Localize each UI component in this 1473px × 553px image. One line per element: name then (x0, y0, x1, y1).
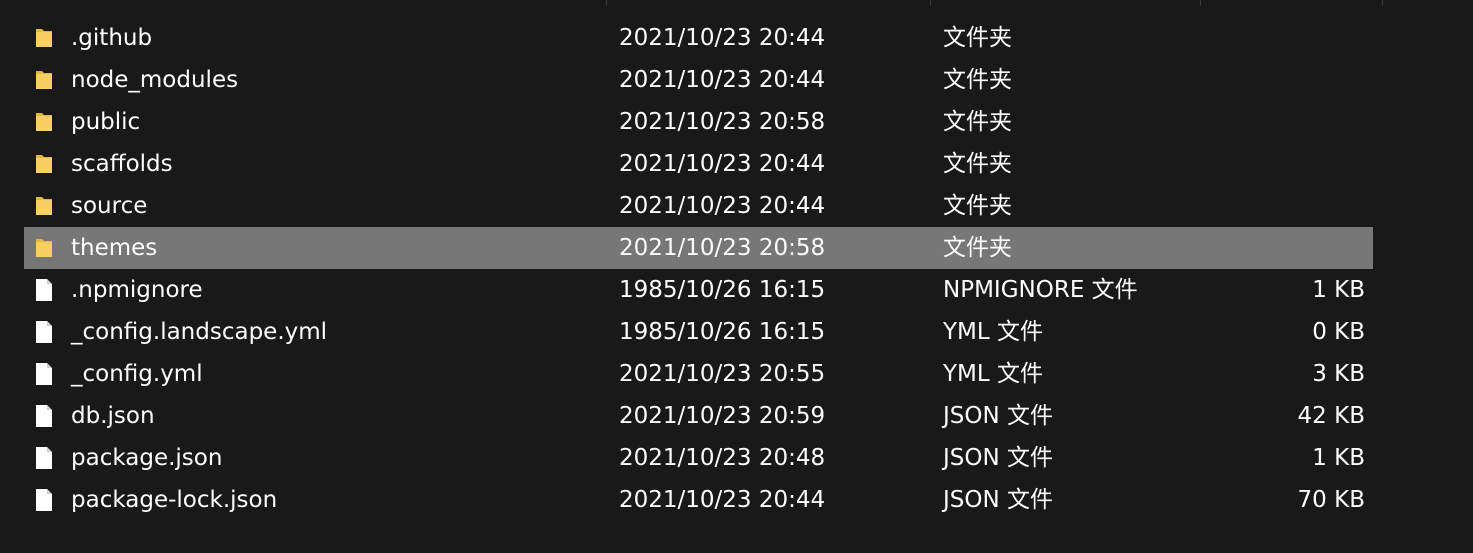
file-row[interactable]: node_modules 2021/10/23 20:44 文件夹 (24, 59, 1373, 101)
file-name: public (71, 109, 141, 135)
file-row[interactable]: _config.landscape.yml 1985/10/26 16:15 YML… (24, 311, 1373, 353)
file-size: 42 KB (1297, 403, 1365, 429)
file-size: 3 KB (1312, 361, 1365, 387)
modified-date: 2021/10/23 20:44 (619, 67, 826, 93)
file-name: .github (71, 25, 153, 51)
file-name: scaffolds (71, 151, 173, 177)
folder-icon (34, 152, 54, 176)
modified-date: 1985/10/26 16:15 (619, 319, 826, 345)
file-icon (34, 278, 54, 302)
file-name: node_modules (71, 67, 239, 93)
column-divider[interactable] (1382, 0, 1383, 6)
folder-icon (34, 236, 54, 260)
file-row[interactable]: .github 2021/10/23 20:44 文件夹 (24, 17, 1373, 59)
file-name: package-lock.json (71, 487, 278, 513)
modified-date: 2021/10/23 20:44 (619, 487, 826, 513)
column-divider[interactable] (606, 0, 607, 6)
file-row[interactable]: themes 2021/10/23 20:58 文件夹 (24, 227, 1373, 269)
file-name: _config.landscape.yml (71, 319, 328, 345)
modified-date: 2021/10/23 20:44 (619, 25, 826, 51)
file-icon (34, 362, 54, 386)
file-type: JSON 文件 (943, 445, 1054, 471)
modified-date: 2021/10/23 20:58 (619, 235, 826, 261)
file-type: 文件夹 (943, 235, 1012, 261)
file-icon (34, 320, 54, 344)
modified-date: 2021/10/23 20:55 (619, 361, 826, 387)
file-name: source (71, 193, 148, 219)
file-type: 文件夹 (943, 193, 1012, 219)
file-type: YML 文件 (943, 319, 1044, 345)
folder-icon (34, 110, 54, 134)
folder-icon (34, 68, 54, 92)
file-explorer-view: .github 2021/10/23 20:44 文件夹 node_modules 2… (0, 0, 1473, 553)
modified-date: 2021/10/23 20:44 (619, 151, 826, 177)
file-list: .github 2021/10/23 20:44 文件夹 node_modules 2… (24, 17, 1373, 521)
modified-date: 2021/10/23 20:48 (619, 445, 826, 471)
file-row[interactable]: db.json 2021/10/23 20:59 JSON 文件 42 KB (24, 395, 1373, 437)
file-row[interactable]: _config.yml 2021/10/23 20:55 YML 文件 3 KB (24, 353, 1373, 395)
file-row[interactable]: package.json 2021/10/23 20:48 JSON 文件 1 KB (24, 437, 1373, 479)
file-size: 0 KB (1312, 319, 1365, 345)
file-row[interactable]: .npmignore 1985/10/26 16:15 NPMIGNORE 文件 1 … (24, 269, 1373, 311)
file-size: 1 KB (1312, 277, 1365, 303)
file-type: NPMIGNORE 文件 (943, 277, 1138, 303)
file-size: 1 KB (1312, 445, 1365, 471)
file-size: 70 KB (1297, 487, 1365, 513)
file-name: db.json (71, 403, 155, 429)
file-type: 文件夹 (943, 109, 1012, 135)
file-type: 文件夹 (943, 151, 1012, 177)
file-name: package.json (71, 445, 223, 471)
file-type: JSON 文件 (943, 403, 1054, 429)
file-row[interactable]: public 2021/10/23 20:58 文件夹 (24, 101, 1373, 143)
modified-date: 2021/10/23 20:58 (619, 109, 826, 135)
folder-icon (34, 26, 54, 50)
modified-date: 2021/10/23 20:44 (619, 193, 826, 219)
file-name: themes (71, 235, 158, 261)
file-row[interactable]: source 2021/10/23 20:44 文件夹 (24, 185, 1373, 227)
file-name: .npmignore (71, 277, 203, 303)
file-type: 文件夹 (943, 25, 1012, 51)
file-type: 文件夹 (943, 67, 1012, 93)
file-row[interactable]: scaffolds 2021/10/23 20:44 文件夹 (24, 143, 1373, 185)
modified-date: 1985/10/26 16:15 (619, 277, 826, 303)
file-type: JSON 文件 (943, 487, 1054, 513)
modified-date: 2021/10/23 20:59 (619, 403, 826, 429)
file-icon (34, 488, 54, 512)
file-icon (34, 446, 54, 470)
column-divider[interactable] (1200, 0, 1201, 6)
file-icon (34, 404, 54, 428)
folder-icon (34, 194, 54, 218)
file-type: YML 文件 (943, 361, 1044, 387)
file-name: _config.yml (71, 361, 203, 387)
column-divider[interactable] (930, 0, 931, 6)
file-row[interactable]: package-lock.json 2021/10/23 20:44 JSON 文件… (24, 479, 1373, 521)
